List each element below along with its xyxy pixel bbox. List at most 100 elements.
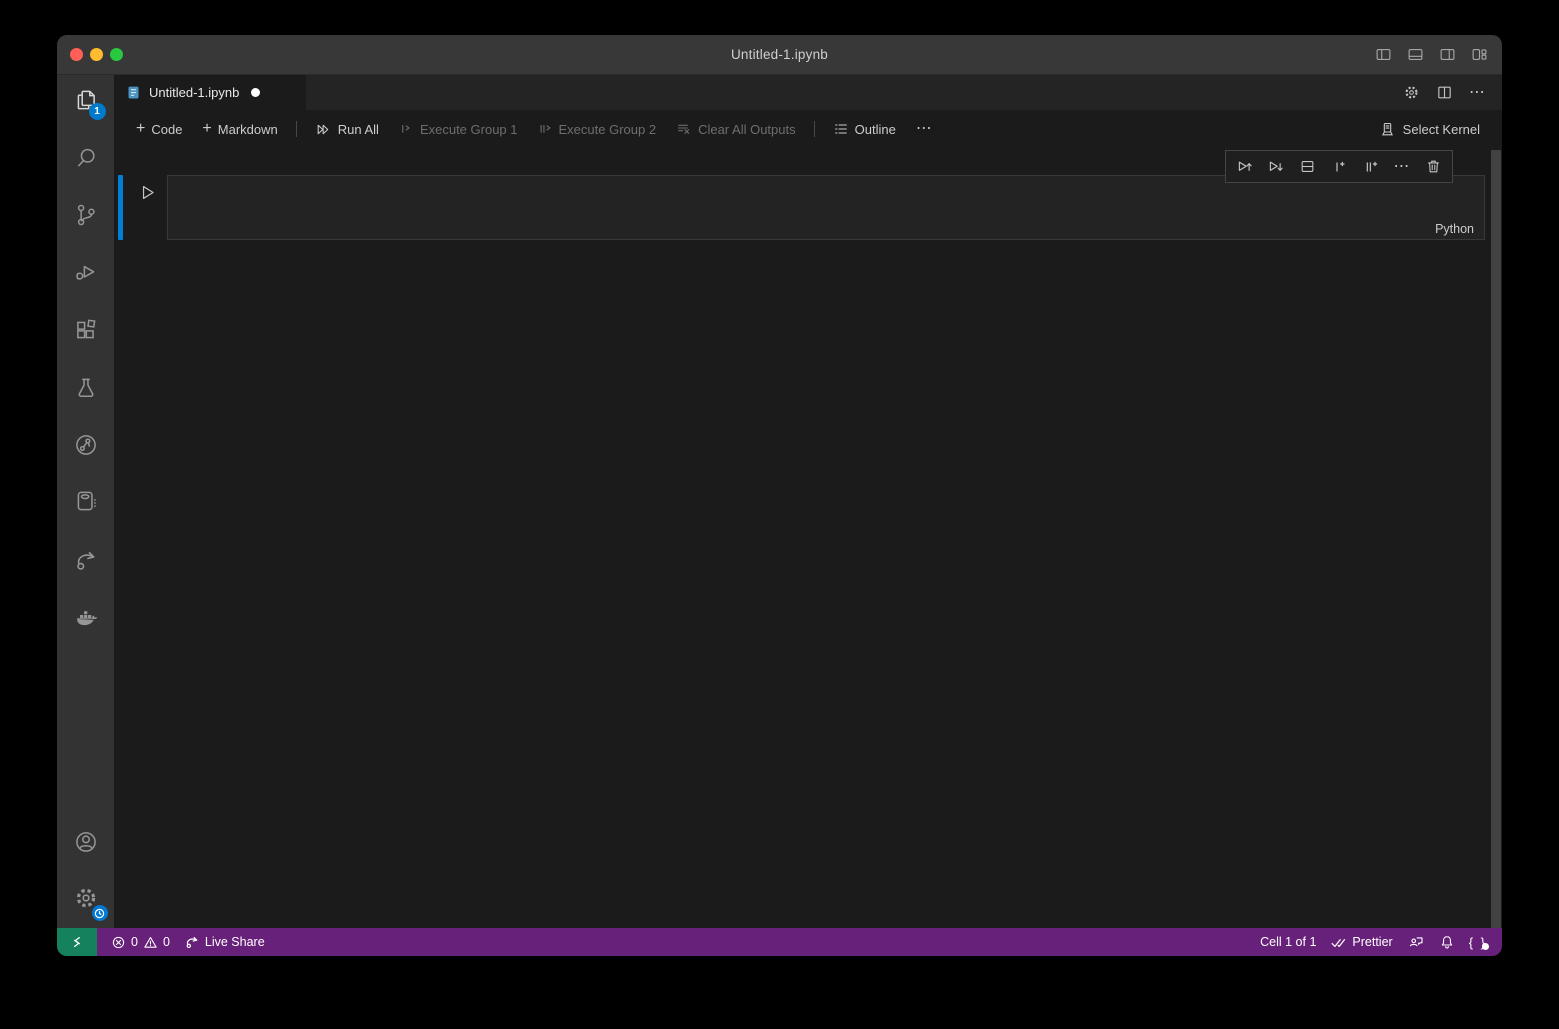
- main-area: 1: [57, 75, 1502, 928]
- split-editor-icon[interactable]: [1436, 84, 1453, 101]
- execute-above-cells-icon[interactable]: [1232, 154, 1258, 180]
- sidebar-item-explorer[interactable]: 1: [64, 78, 108, 122]
- remote-indicator[interactable]: [57, 928, 97, 956]
- tab-bar: Untitled-1.ipynb ⋯: [114, 75, 1502, 110]
- editor-group: Untitled-1.ipynb ⋯ + Code: [114, 75, 1502, 928]
- bell-icon: [1439, 934, 1455, 950]
- delete-cell-icon[interactable]: [1421, 154, 1447, 180]
- run-all-label: Run All: [338, 122, 379, 137]
- problems-indicator[interactable]: 0 0: [104, 935, 177, 950]
- execute-group-1-button[interactable]: Execute Group 1: [391, 118, 526, 141]
- sidebar-item-run-debug[interactable]: [64, 250, 108, 294]
- prettier-label: Prettier: [1352, 935, 1392, 949]
- clear-all-outputs-label: Clear All Outputs: [698, 122, 796, 137]
- toolbar-more-actions-button[interactable]: ⋯: [908, 117, 941, 141]
- run-all-button[interactable]: Run All: [307, 117, 387, 142]
- minimize-window-button[interactable]: [90, 48, 103, 61]
- explorer-badge: 1: [89, 103, 106, 120]
- unsaved-changes-dot[interactable]: [251, 88, 260, 97]
- customize-layout-icon[interactable]: [1471, 46, 1488, 63]
- select-kernel-button[interactable]: Select Kernel: [1371, 117, 1488, 142]
- toggle-secondary-sidebar-icon[interactable]: [1439, 46, 1456, 63]
- error-icon: [111, 935, 126, 950]
- close-window-button[interactable]: [70, 48, 83, 61]
- notebook-body: ⋯ Python: [114, 148, 1502, 928]
- sidebar-item-search[interactable]: [64, 136, 108, 180]
- editor-more-actions-icon[interactable]: ⋯: [1469, 85, 1486, 101]
- feedback-status-item[interactable]: [1400, 933, 1432, 951]
- window-controls: [70, 35, 123, 74]
- live-share-icon: [73, 547, 99, 573]
- execute-group-2-button[interactable]: Execute Group 2: [530, 118, 665, 141]
- braces-icon: { }: [1469, 935, 1487, 950]
- sidebar-item-extensions[interactable]: [64, 308, 108, 352]
- add-markdown-label: Markdown: [218, 122, 278, 137]
- cell-toolbar: ⋯: [1225, 150, 1453, 183]
- sidebar-item-live-share[interactable]: [64, 538, 108, 582]
- prettier-status-item[interactable]: Prettier: [1323, 934, 1399, 951]
- add-code-label: Code: [151, 122, 182, 137]
- tab-label: Untitled-1.ipynb: [149, 85, 239, 100]
- sidebar-item-notebook[interactable]: [64, 479, 108, 523]
- plus-icon: +: [136, 121, 145, 137]
- window-title: Untitled-1.ipynb: [731, 47, 828, 62]
- sidebar-item-docker[interactable]: [64, 596, 108, 640]
- cell-more-actions-icon[interactable]: ⋯: [1389, 154, 1415, 180]
- zoom-window-button[interactable]: [110, 48, 123, 61]
- status-bar-left: 0 0 Live Share: [104, 934, 272, 950]
- sidebar-item-source-control[interactable]: [64, 193, 108, 237]
- activity-bar: 1: [57, 75, 114, 928]
- add-to-group-2-icon[interactable]: [1358, 154, 1384, 180]
- status-bar: 0 0 Live Share Cell 1 of 1 Pr: [57, 928, 1502, 956]
- cell-position-indicator[interactable]: Cell 1 of 1: [1253, 935, 1323, 949]
- toggle-panel-icon[interactable]: [1407, 46, 1424, 63]
- tab-untitled-1-ipynb[interactable]: Untitled-1.ipynb: [114, 75, 306, 110]
- braces-dot: [1482, 943, 1489, 950]
- add-markdown-cell-button[interactable]: + Markdown: [194, 118, 285, 141]
- live-share-status-icon: [184, 934, 200, 950]
- notifications-status-item[interactable]: [1432, 934, 1462, 950]
- execute-group-1-label: Execute Group 1: [420, 122, 518, 137]
- notebook-toolbar: + Code + Markdown Run All: [114, 110, 1502, 148]
- outline-list-icon: [833, 121, 849, 137]
- toggle-primary-sidebar-icon[interactable]: [1375, 46, 1392, 63]
- execute-group-2-label: Execute Group 2: [559, 122, 657, 137]
- toolbar-separator: [814, 121, 815, 137]
- notebook-icon: [73, 488, 99, 514]
- toolbar-separator: [296, 121, 297, 137]
- kernel-icon: [1379, 121, 1396, 138]
- execute-group-1-icon: [399, 122, 414, 137]
- status-bar-right: Cell 1 of 1 Prettier { }: [1253, 933, 1494, 951]
- title-bar: Untitled-1.ipynb: [57, 35, 1502, 75]
- plus-icon: +: [202, 121, 211, 137]
- execute-cell-and-below-icon[interactable]: [1263, 154, 1289, 180]
- git-graph-icon: [73, 432, 99, 458]
- live-share-status-item[interactable]: Live Share: [177, 934, 272, 950]
- execute-group-2-icon: [538, 122, 553, 137]
- remote-icon: [69, 934, 85, 950]
- clear-outputs-icon: [676, 121, 692, 137]
- notebook-settings-gear-icon[interactable]: [1403, 84, 1420, 101]
- split-cell-icon[interactable]: [1295, 154, 1321, 180]
- sidebar-item-git-graph[interactable]: [64, 423, 108, 467]
- run-all-icon: [315, 121, 332, 138]
- notebook-cell: Python: [114, 175, 1502, 240]
- select-kernel-label: Select Kernel: [1403, 122, 1480, 137]
- vertical-scrollbar[interactable]: [1491, 150, 1501, 928]
- clear-all-outputs-button[interactable]: Clear All Outputs: [668, 117, 804, 141]
- sidebar-item-testing[interactable]: [64, 366, 108, 410]
- cell-code-editor[interactable]: Python: [167, 175, 1485, 240]
- sidebar-item-settings[interactable]: [64, 876, 108, 920]
- add-to-group-1-icon[interactable]: [1326, 154, 1352, 180]
- warning-icon: [143, 935, 158, 950]
- braces-status-item[interactable]: { }: [1462, 935, 1494, 950]
- run-cell-button[interactable]: [135, 180, 159, 204]
- search-icon: [73, 145, 99, 171]
- cell-language-picker[interactable]: Python: [1435, 222, 1474, 236]
- outline-button[interactable]: Outline: [825, 117, 904, 141]
- run-debug-icon: [73, 259, 99, 285]
- add-code-cell-button[interactable]: + Code: [128, 118, 190, 141]
- account-icon: [73, 829, 99, 855]
- cell-position-label: Cell 1 of 1: [1260, 935, 1316, 949]
- sidebar-item-accounts[interactable]: [64, 820, 108, 864]
